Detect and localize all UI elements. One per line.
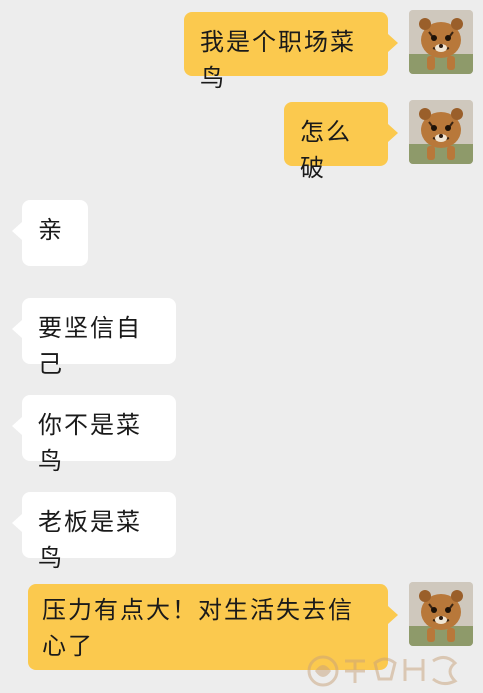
message-bubble-received[interactable]: 亲: [12, 200, 88, 266]
message-row-4: 要坚信自己: [0, 298, 483, 378]
message-row-6: 老板是菜鸟: [0, 492, 483, 572]
site-watermark-logo: [305, 649, 475, 689]
user-avatar[interactable]: [409, 582, 473, 646]
message-bubble-received[interactable]: 老板是菜鸟: [12, 492, 176, 572]
user-avatar[interactable]: [409, 100, 473, 164]
message-row-3: 亲: [0, 200, 483, 270]
message-bubble-received[interactable]: 你不是菜鸟: [12, 395, 176, 475]
message-bubble-sent[interactable]: 怎么破: [284, 102, 398, 182]
message-bubble-sent[interactable]: 我是个职场菜鸟: [184, 12, 398, 92]
message-row-2: 怎么破: [0, 100, 483, 182]
tiger-cub-avatar-icon: [409, 582, 473, 646]
message-bubble-received[interactable]: 要坚信自己: [12, 298, 176, 378]
message-row-5: 你不是菜鸟: [0, 395, 483, 475]
tiger-cub-avatar-icon: [409, 100, 473, 164]
message-row-1: 我是个职场菜鸟: [0, 10, 483, 92]
tiger-cub-avatar-icon: [409, 10, 473, 74]
user-avatar[interactable]: [409, 10, 473, 74]
